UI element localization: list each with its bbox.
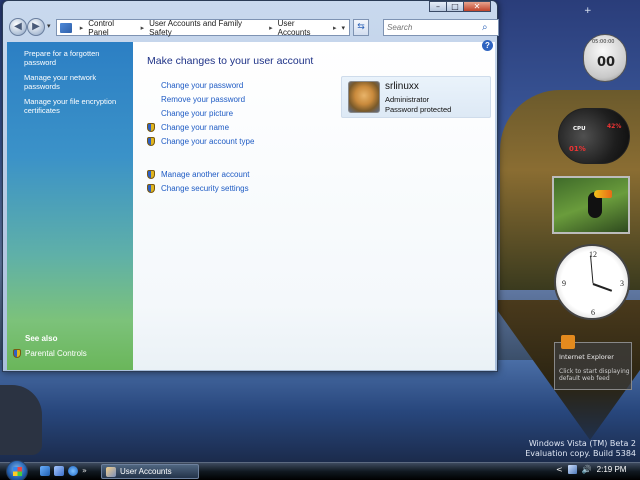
change-name-link[interactable]: Change your name: [147, 120, 347, 134]
clock-number-3: 3: [620, 279, 624, 288]
network-icon[interactable]: [567, 465, 577, 474]
notification-area: < 🔊 2:19 PM: [556, 465, 626, 474]
close-button[interactable]: ✕: [463, 1, 491, 12]
recent-pages-chevron-icon[interactable]: ▾: [47, 22, 51, 30]
navigation-toolbar: ◀ ▶ ▾ ▸ Control Panel ▸ User Accounts an…: [7, 18, 499, 38]
quick-launch-more-button[interactable]: »: [82, 466, 87, 476]
change-password-label: Change your password: [161, 80, 244, 90]
manage-another-account-link[interactable]: Manage another account: [147, 167, 347, 181]
avatar: [348, 81, 380, 113]
timer-value: 00: [596, 55, 616, 70]
switch-windows-icon[interactable]: [54, 466, 64, 476]
timer-label: 05:00:00: [592, 39, 615, 45]
help-icon[interactable]: ?: [482, 40, 493, 51]
change-account-type-link[interactable]: Change your account type: [147, 134, 347, 148]
watermark-line-2: Evaluation copy. Build 5384: [525, 449, 636, 458]
user-accounts-icon: [106, 466, 116, 477]
uac-shield-icon: [147, 136, 155, 146]
page-title: Make changes to your user account: [147, 55, 314, 67]
caption-buttons: – □ ✕: [429, 1, 491, 12]
breadcrumb-user-accounts[interactable]: User Accounts: [278, 19, 328, 37]
address-bar[interactable]: ▸ Control Panel ▸ User Accounts and Fami…: [56, 19, 350, 37]
change-picture-link[interactable]: Change your picture: [147, 106, 347, 120]
task-pane: Prepare for a forgotten password Manage …: [7, 42, 133, 370]
volume-icon[interactable]: 🔊: [582, 465, 592, 474]
tray-expand-button[interactable]: <: [556, 465, 563, 474]
search-input[interactable]: [384, 20, 480, 35]
cpu-meter-gadget[interactable]: CPU 01% 42%: [558, 108, 630, 164]
clock-number-9: 9: [562, 279, 566, 288]
manage-another-account-label: Manage another account: [161, 169, 250, 179]
change-security-settings-link[interactable]: Change security settings: [147, 181, 347, 195]
taskbar: » User Accounts < 🔊 2:19 PM: [0, 460, 640, 480]
refresh-button[interactable]: ⇆: [353, 19, 369, 36]
breadcrumb-user-accounts-family-safety[interactable]: User Accounts and Family Safety: [149, 19, 264, 37]
cpu-label: CPU: [573, 126, 586, 132]
feed-title: Internet Explorer: [559, 353, 614, 361]
chevron-right-icon[interactable]: ▸: [141, 24, 145, 32]
task-forgotten-password[interactable]: Prepare for a forgotten password: [24, 49, 127, 67]
uac-shield-icon: [147, 183, 155, 193]
feed-headlines-gadget[interactable]: Internet Explorer Click to start display…: [554, 335, 632, 390]
chevron-right-icon[interactable]: ▸: [333, 24, 337, 32]
change-security-settings-label: Change security settings: [161, 183, 249, 193]
see-also-heading: See also: [25, 334, 58, 343]
search-box[interactable]: ⌕: [383, 19, 499, 36]
change-password-link[interactable]: Change your password: [147, 78, 347, 92]
rss-icon: [561, 335, 575, 349]
taskbar-button-label: User Accounts: [120, 467, 172, 476]
address-dropdown-icon[interactable]: ▾: [341, 24, 345, 32]
toucan-beak: [594, 190, 612, 198]
control-panel-icon: [60, 22, 72, 33]
add-gadget-button[interactable]: +: [584, 6, 592, 16]
remove-password-link[interactable]: Remove your password: [147, 92, 347, 106]
uac-shield-icon: [147, 169, 155, 179]
start-button[interactable]: [6, 460, 28, 480]
parental-controls-link[interactable]: Parental Controls: [13, 349, 87, 358]
parental-controls-label: Parental Controls: [25, 349, 87, 358]
user-role: Administrator: [385, 95, 430, 104]
user-name: srlinuxx: [385, 81, 419, 92]
chevron-right-icon[interactable]: ▸: [269, 24, 273, 32]
change-picture-label: Change your picture: [161, 108, 234, 118]
account-actions: Change your password Remove your passwor…: [147, 78, 347, 195]
sidebar-controls: +: [584, 6, 592, 16]
task-network-passwords[interactable]: Manage your network passwords: [24, 73, 127, 91]
cpu-value: 01%: [569, 145, 586, 153]
slideshow-gadget[interactable]: [552, 176, 630, 234]
timer-gadget[interactable]: 05:00:00 00: [583, 34, 627, 82]
remove-password-label: Remove your password: [161, 94, 246, 104]
breadcrumb-control-panel[interactable]: Control Panel: [88, 19, 135, 37]
user-password-status: Password protected: [385, 105, 452, 114]
back-button[interactable]: ◀: [9, 18, 27, 36]
forward-button[interactable]: ▶: [27, 18, 45, 36]
change-account-type-label: Change your account type: [161, 136, 255, 146]
uac-shield-icon: [147, 122, 155, 132]
search-icon[interactable]: ⌕: [482, 22, 488, 33]
watermark-line-1: Windows Vista (TM) Beta 2: [528, 439, 636, 448]
change-name-label: Change your name: [161, 122, 230, 132]
feed-text: Click to start displaying default web fe…: [559, 368, 630, 382]
taskbar-clock[interactable]: 2:19 PM: [597, 465, 627, 474]
windows-logo-icon: [13, 467, 22, 476]
user-account-card: srlinuxx Administrator Password protecte…: [341, 76, 491, 118]
clock-number-6: 6: [591, 308, 595, 317]
show-desktop-icon[interactable]: [40, 466, 50, 476]
minimize-button[interactable]: –: [429, 1, 447, 12]
clock-minute-hand: [590, 255, 594, 284]
task-encryption-certificates[interactable]: Manage your file encryption certificates: [24, 97, 127, 115]
memory-value: 42%: [607, 123, 622, 130]
internet-explorer-icon[interactable]: [68, 466, 78, 476]
build-watermark: Windows Vista (TM) Beta 2 Evaluation cop…: [525, 439, 636, 459]
quick-launch: »: [40, 466, 87, 476]
user-accounts-window: – □ ✕ ◀ ▶ ▾ ▸ Control Panel ▸ User Accou…: [2, 0, 499, 372]
content-pane: ? Make changes to your user account Chan…: [133, 40, 495, 370]
taskbar-button-user-accounts[interactable]: User Accounts: [101, 464, 199, 479]
parental-controls-icon: [13, 349, 21, 358]
maximize-button[interactable]: □: [446, 1, 464, 12]
clock-gadget[interactable]: 12 3 6 9: [554, 244, 630, 320]
chevron-right-icon[interactable]: ▸: [80, 24, 84, 32]
clock-hour-hand: [592, 283, 613, 292]
